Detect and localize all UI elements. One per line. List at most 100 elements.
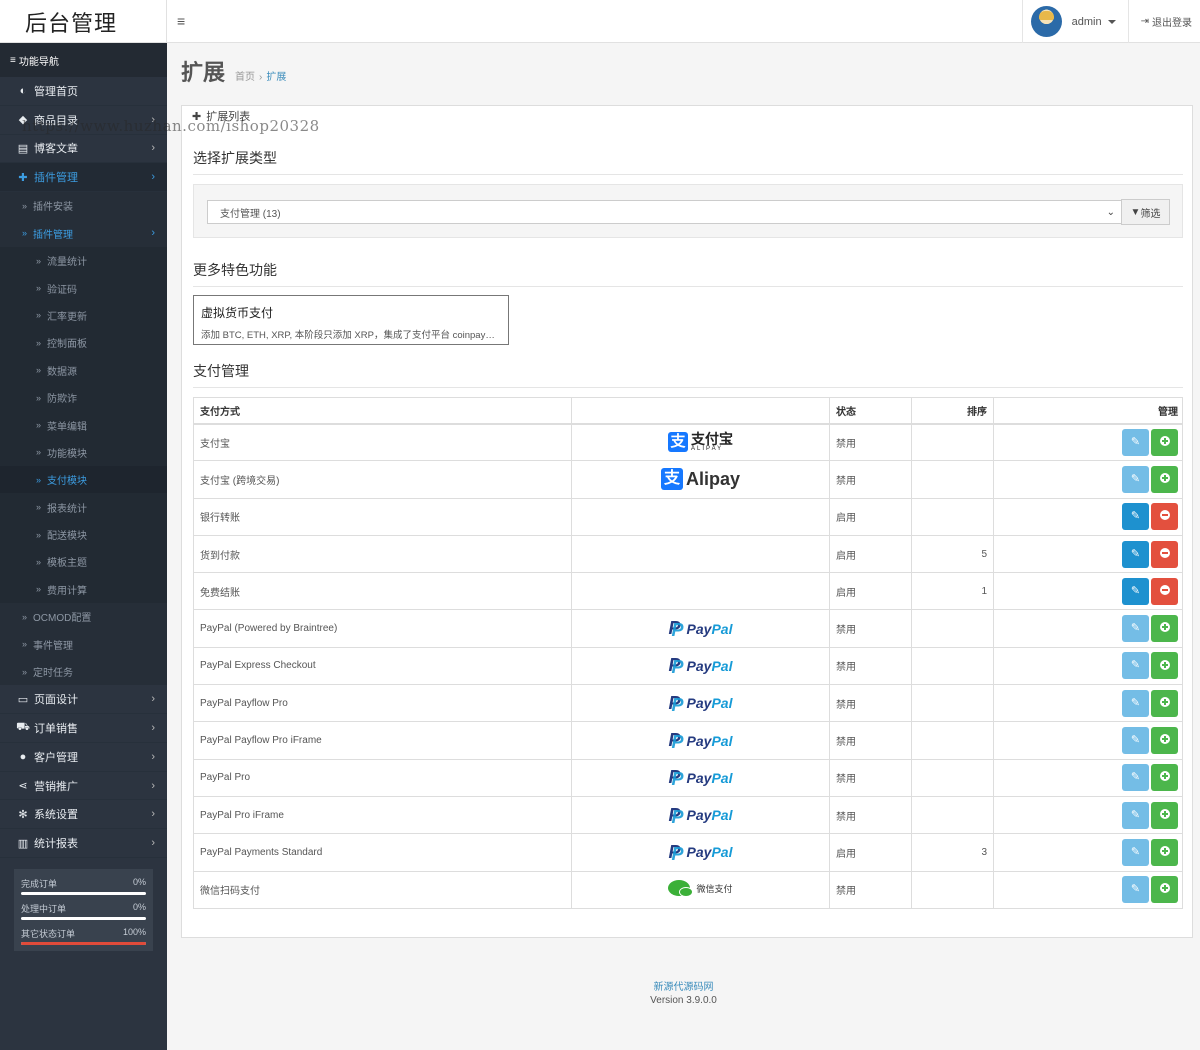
sidebar-sub-item-0[interactable]: » 插件安装 xyxy=(0,192,167,220)
sidebar-sub2-item-11[interactable]: » 模板主题 xyxy=(0,548,167,576)
install-button[interactable] xyxy=(1151,764,1178,792)
uninstall-button[interactable] xyxy=(1151,540,1178,568)
payment-status: 禁用 xyxy=(829,684,912,723)
sidebar-sub-label: 插件管理 xyxy=(33,229,74,241)
payment-actions: ✎ xyxy=(993,460,1183,499)
sidebar-sub2-item-5[interactable]: » 防欺诈 xyxy=(0,383,167,412)
stat-label: 处理中订单 xyxy=(21,904,67,914)
user-icon: ● xyxy=(19,750,27,763)
table-row: 支付宝支支付宝 ALIPAY 禁用 ✎ xyxy=(193,422,1183,462)
angle-right-icon: » xyxy=(22,228,28,239)
sidebar-sub2-item-2[interactable]: » 汇率更新 xyxy=(0,301,167,330)
payment-logo-cell: P P PayPal xyxy=(571,609,830,648)
install-button[interactable] xyxy=(1151,838,1178,866)
sidebar-sub2-item-12[interactable]: » 费用计算 xyxy=(0,575,167,604)
alipay-logo-text: Alipay xyxy=(685,468,741,489)
share-icon: ⋖ xyxy=(18,780,28,792)
minus-circle-icon xyxy=(1159,510,1170,521)
edit-button[interactable]: ✎ xyxy=(1122,652,1149,680)
edit-button[interactable]: ✎ xyxy=(1122,465,1149,493)
sidebar-sub-item-b-2[interactable]: » 定时任务 xyxy=(0,657,167,686)
extension-type-select[interactable]: 支付管理 (13) ⌄ xyxy=(207,200,1122,224)
install-button[interactable] xyxy=(1151,428,1178,456)
panel-heading: ✚ 扩展列表 xyxy=(192,110,251,124)
install-button[interactable] xyxy=(1151,876,1178,904)
install-button[interactable] xyxy=(1151,689,1178,717)
edit-button[interactable]: ✎ xyxy=(1122,801,1149,829)
install-button[interactable] xyxy=(1151,465,1178,493)
sidebar-sub2-item-7[interactable]: » 功能模块 xyxy=(0,438,167,467)
paypal-logo-text: Pal xyxy=(711,844,733,861)
install-button[interactable] xyxy=(1151,615,1178,643)
edit-button[interactable]: ✎ xyxy=(1122,503,1149,531)
user-menu[interactable]: admin xyxy=(1021,0,1129,43)
avatar[interactable] xyxy=(1030,6,1062,37)
logout-link[interactable]: ⇥ 退出登录 xyxy=(1129,14,1200,29)
stat-row: 处理中订单 0% xyxy=(21,900,146,925)
sidebar-sub2-item-9[interactable]: » 报表统计 xyxy=(0,493,167,521)
col-status[interactable]: 状态 xyxy=(829,397,912,425)
edit-button[interactable]: ✎ xyxy=(1122,577,1149,605)
sidebar-sub-label: 防欺诈 xyxy=(47,394,78,406)
sidebar-sub-item-b-1[interactable]: » 事件管理 xyxy=(0,630,167,658)
payment-logo-cell: P P PayPal xyxy=(571,758,830,797)
menu-toggle-icon[interactable]: ≡ xyxy=(177,13,185,29)
edit-button[interactable]: ✎ xyxy=(1122,876,1149,904)
sidebar-item-bottom-1[interactable]: ⛟ 订单销售 › xyxy=(0,714,167,743)
sidebar-item-bottom-0[interactable]: ▭ 页面设计 › xyxy=(0,685,167,715)
wechat-pay-logo: 微信支付 xyxy=(668,880,733,898)
sidebar-sub2-item-6[interactable]: » 菜单编辑 xyxy=(0,411,167,439)
sidebar-item-bottom-3[interactable]: ⋖ 营销推广 › xyxy=(0,772,167,801)
sidebar-item-0[interactable]: ◐ 管理首页 xyxy=(0,77,167,106)
feature-card[interactable]: 虚拟货币支付 添加 BTC, ETH, XRP, 本阶段只添加 XRP，集成了支… xyxy=(193,295,509,345)
uninstall-button[interactable] xyxy=(1151,577,1178,605)
chevron-right-icon: › xyxy=(151,693,155,706)
sidebar-item-3[interactable]: ✚ 插件管理 › xyxy=(0,163,167,193)
col-sort[interactable]: 排序 xyxy=(911,397,994,425)
feature-desc: 添加 BTC, ETH, XRP, 本阶段只添加 XRP，集成了支付平台 coi… xyxy=(201,330,501,341)
payment-status: 禁用 xyxy=(829,870,912,909)
sidebar-sub2-item-0[interactable]: » 流量统计 xyxy=(0,246,167,275)
install-button[interactable] xyxy=(1151,652,1178,680)
breadcrumb-current[interactable]: 扩展 xyxy=(266,72,286,83)
edit-button[interactable]: ✎ xyxy=(1122,727,1149,755)
paypal-logo-text: Pay xyxy=(686,844,712,861)
sidebar-sub-item-b-0[interactable]: » OCMOD配置 xyxy=(0,603,167,631)
sidebar-sub-label: 费用计算 xyxy=(47,585,88,597)
pencil-icon: ✎ xyxy=(1130,771,1141,784)
edit-button[interactable]: ✎ xyxy=(1122,764,1149,792)
sidebar-item-bottom-5[interactable]: ▥ 统计报表 › xyxy=(0,829,167,858)
stat-percent: 100% xyxy=(122,927,146,937)
sidebar-item-bottom-4[interactable]: ✻ 系统设置 › xyxy=(0,800,167,830)
angle-right-icon: » xyxy=(36,447,42,458)
col-method[interactable]: 支付方式 xyxy=(193,397,572,425)
edit-button[interactable]: ✎ xyxy=(1122,615,1149,643)
paypal-icon: PP xyxy=(668,841,684,864)
sidebar-sub2-item-8[interactable]: » 支付模块 xyxy=(0,466,167,494)
app-logo[interactable]: 后台管理 xyxy=(0,0,167,43)
filter-button[interactable]: ▼ 筛选 xyxy=(1121,199,1170,225)
payment-status: 禁用 xyxy=(829,795,912,835)
sidebar-sub2-item-10[interactable]: » 配送模块 xyxy=(0,520,167,549)
sidebar-sub2-item-4[interactable]: » 数据源 xyxy=(0,356,167,384)
edit-button[interactable]: ✎ xyxy=(1122,540,1149,568)
sidebar-sub2-item-3[interactable]: » 控制面板 xyxy=(0,329,167,357)
sidebar-item-2[interactable]: ▤ 博客文章 › xyxy=(0,135,167,164)
install-button[interactable] xyxy=(1151,801,1178,829)
breadcrumb-home[interactable]: 首页 xyxy=(235,72,255,83)
sidebar-item-bottom-2[interactable]: ● 客户管理 › xyxy=(0,743,167,772)
footer-link[interactable]: 新源代源码网 xyxy=(167,978,1200,993)
filter-icon: ▼ xyxy=(1130,206,1141,218)
install-button[interactable] xyxy=(1151,727,1178,755)
edit-button[interactable]: ✎ xyxy=(1122,689,1149,717)
sidebar-sub-item-1[interactable]: » 插件管理 › xyxy=(0,219,167,247)
username[interactable]: admin xyxy=(1072,16,1102,28)
edit-button[interactable]: ✎ xyxy=(1122,838,1149,866)
uninstall-button[interactable] xyxy=(1151,503,1178,531)
payment-logo-cell: P P PayPal xyxy=(571,646,830,686)
edit-button[interactable]: ✎ xyxy=(1122,428,1149,456)
sidebar-sub-label: 数据源 xyxy=(47,366,78,378)
sidebar-item-1[interactable]: ◆ 商品目录 › xyxy=(0,106,167,135)
angle-right-icon: » xyxy=(36,420,42,430)
sidebar-sub2-item-1[interactable]: » 验证码 xyxy=(0,274,167,302)
